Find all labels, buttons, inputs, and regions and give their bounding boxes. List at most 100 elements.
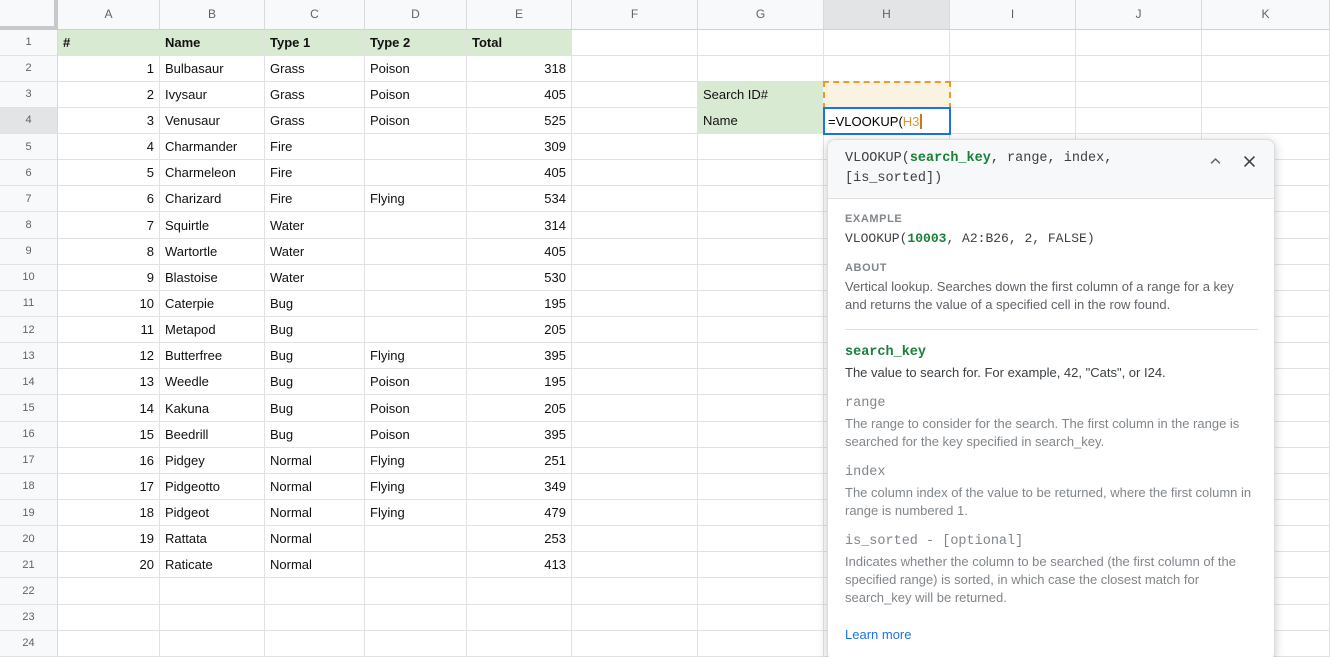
- cell-B4[interactable]: Venusaur: [160, 108, 265, 134]
- row-header-12[interactable]: 12: [0, 317, 58, 343]
- cell-E5[interactable]: 309: [467, 134, 572, 160]
- cell-C6[interactable]: Fire: [265, 160, 365, 186]
- cell-G20[interactable]: [698, 526, 824, 552]
- cell-A19[interactable]: 18: [58, 500, 160, 526]
- cell-E3[interactable]: 405: [467, 82, 572, 108]
- cell-A10[interactable]: 9: [58, 265, 160, 291]
- cell-D5[interactable]: [365, 134, 467, 160]
- cell-B22[interactable]: [160, 578, 265, 604]
- cell-G9[interactable]: [698, 239, 824, 265]
- cell-D22[interactable]: [365, 578, 467, 604]
- cell-D6[interactable]: [365, 160, 467, 186]
- row-header-10[interactable]: 10: [0, 265, 58, 291]
- cell-B17[interactable]: Pidgey: [160, 448, 265, 474]
- cell-D18[interactable]: Flying: [365, 474, 467, 500]
- column-header-F[interactable]: F: [572, 0, 698, 30]
- cell-A23[interactable]: [58, 605, 160, 631]
- column-header-G[interactable]: G: [698, 0, 824, 30]
- cell-E10[interactable]: 530: [467, 265, 572, 291]
- row-header-4[interactable]: 4: [0, 108, 58, 134]
- cell-G16[interactable]: [698, 422, 824, 448]
- cell-B24[interactable]: [160, 631, 265, 657]
- row-header-20[interactable]: 20: [0, 526, 58, 552]
- cell-A8[interactable]: 7: [58, 212, 160, 238]
- cell-A20[interactable]: 19: [58, 526, 160, 552]
- cell-B23[interactable]: [160, 605, 265, 631]
- cell-G3[interactable]: Search ID#: [698, 82, 824, 108]
- cell-H2[interactable]: [824, 56, 950, 82]
- cell-B7[interactable]: Charizard: [160, 186, 265, 212]
- cell-D10[interactable]: [365, 265, 467, 291]
- cell-E23[interactable]: [467, 605, 572, 631]
- cell-D24[interactable]: [365, 631, 467, 657]
- cell-F6[interactable]: [572, 160, 698, 186]
- cell-E21[interactable]: 413: [467, 552, 572, 578]
- cell-G15[interactable]: [698, 395, 824, 421]
- cell-C3[interactable]: Grass: [265, 82, 365, 108]
- cell-C18[interactable]: Normal: [265, 474, 365, 500]
- row-header-18[interactable]: 18: [0, 474, 58, 500]
- cell-C16[interactable]: Bug: [265, 422, 365, 448]
- cell-G19[interactable]: [698, 500, 824, 526]
- cell-E22[interactable]: [467, 578, 572, 604]
- cell-D9[interactable]: [365, 239, 467, 265]
- cell-G11[interactable]: [698, 291, 824, 317]
- cell-C19[interactable]: Normal: [265, 500, 365, 526]
- cell-E13[interactable]: 395: [467, 343, 572, 369]
- cell-D7[interactable]: Flying: [365, 186, 467, 212]
- cell-B3[interactable]: Ivysaur: [160, 82, 265, 108]
- cell-C14[interactable]: Bug: [265, 369, 365, 395]
- cell-C5[interactable]: Fire: [265, 134, 365, 160]
- column-header-I[interactable]: I: [950, 0, 1076, 30]
- cell-C10[interactable]: Water: [265, 265, 365, 291]
- cell-A4[interactable]: 3: [58, 108, 160, 134]
- column-header-D[interactable]: D: [365, 0, 467, 30]
- cell-B8[interactable]: Squirtle: [160, 212, 265, 238]
- cell-C13[interactable]: Bug: [265, 343, 365, 369]
- cell-A5[interactable]: 4: [58, 134, 160, 160]
- cell-F18[interactable]: [572, 474, 698, 500]
- cell-D8[interactable]: [365, 212, 467, 238]
- cell-F20[interactable]: [572, 526, 698, 552]
- cell-D11[interactable]: [365, 291, 467, 317]
- collapse-chevron-up-icon[interactable]: [1206, 152, 1224, 170]
- cell-B12[interactable]: Metapod: [160, 317, 265, 343]
- cell-B15[interactable]: Kakuna: [160, 395, 265, 421]
- cell-C17[interactable]: Normal: [265, 448, 365, 474]
- cell-C7[interactable]: Fire: [265, 186, 365, 212]
- cell-A15[interactable]: 14: [58, 395, 160, 421]
- cell-B13[interactable]: Butterfree: [160, 343, 265, 369]
- close-icon[interactable]: [1240, 152, 1258, 170]
- row-header-23[interactable]: 23: [0, 605, 58, 631]
- cell-D3[interactable]: Poison: [365, 82, 467, 108]
- cell-D21[interactable]: [365, 552, 467, 578]
- row-header-13[interactable]: 13: [0, 343, 58, 369]
- cell-F23[interactable]: [572, 605, 698, 631]
- column-header-J[interactable]: J: [1076, 0, 1202, 30]
- cell-G1[interactable]: [698, 30, 824, 56]
- column-header-K[interactable]: K: [1202, 0, 1330, 30]
- cell-C12[interactable]: Bug: [265, 317, 365, 343]
- cell-I2[interactable]: [950, 56, 1076, 82]
- cell-C9[interactable]: Water: [265, 239, 365, 265]
- cell-G6[interactable]: [698, 160, 824, 186]
- cell-D4[interactable]: Poison: [365, 108, 467, 134]
- cell-G17[interactable]: [698, 448, 824, 474]
- cell-G13[interactable]: [698, 343, 824, 369]
- cell-G14[interactable]: [698, 369, 824, 395]
- cell-B16[interactable]: Beedrill: [160, 422, 265, 448]
- cell-I3[interactable]: [950, 82, 1076, 108]
- cell-A16[interactable]: 15: [58, 422, 160, 448]
- cell-J3[interactable]: [1076, 82, 1202, 108]
- cell-B2[interactable]: Bulbasaur: [160, 56, 265, 82]
- cell-A13[interactable]: 12: [58, 343, 160, 369]
- cell-C4[interactable]: Grass: [265, 108, 365, 134]
- cell-A9[interactable]: 8: [58, 239, 160, 265]
- cell-E24[interactable]: [467, 631, 572, 657]
- row-header-22[interactable]: 22: [0, 578, 58, 604]
- cell-G5[interactable]: [698, 134, 824, 160]
- cell-D20[interactable]: [365, 526, 467, 552]
- column-header-A[interactable]: A: [58, 0, 160, 30]
- cell-F21[interactable]: [572, 552, 698, 578]
- cell-A11[interactable]: 10: [58, 291, 160, 317]
